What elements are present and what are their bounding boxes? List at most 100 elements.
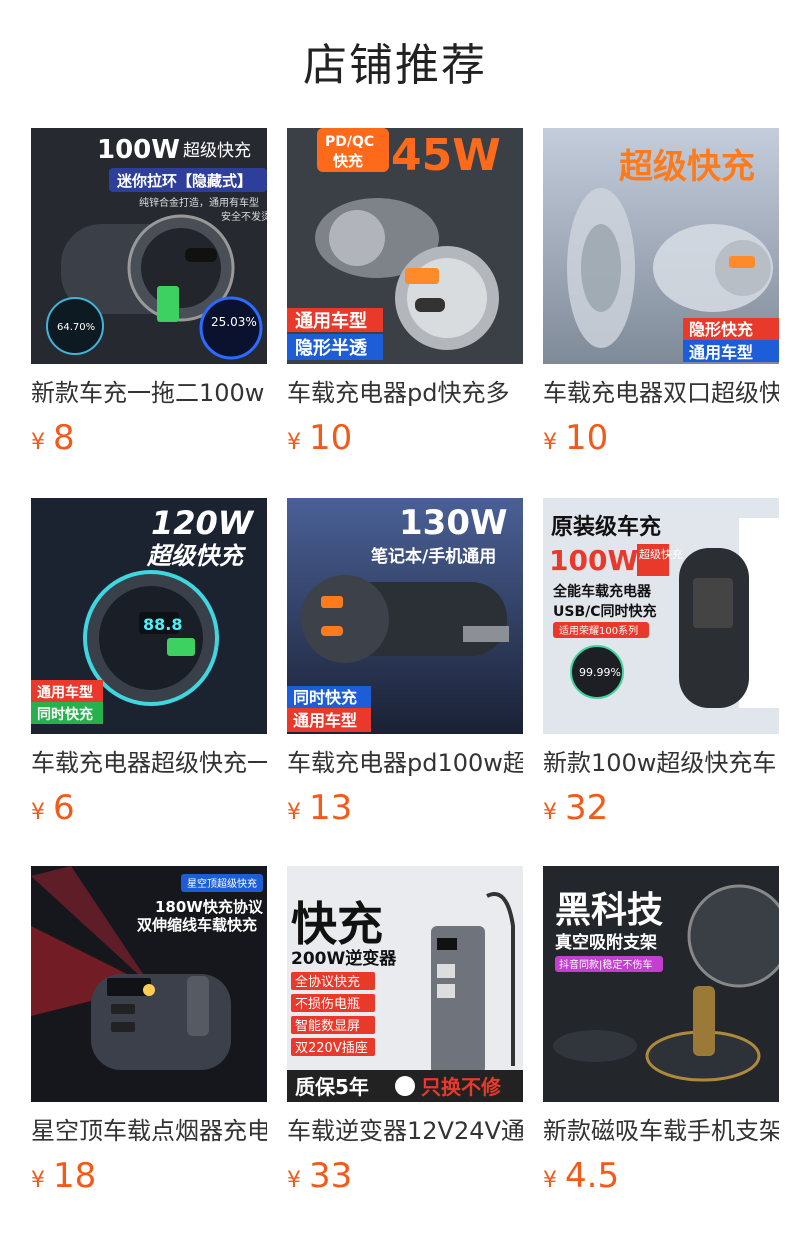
- product-card[interactable]: 快充 200W逆变器 全协议快充 不损伤电瓶 智能数显屏 双220V插座 质保5…: [287, 866, 523, 1196]
- image-tag: 星空顶超级快充: [187, 877, 257, 890]
- image-headline: 原装级车充: [551, 514, 661, 540]
- image-footer-right: 只换不修: [421, 1075, 502, 1099]
- product-card[interactable]: 超级快充 隐形快充 通用车型 车载充电器双口超级快 ¥10: [543, 128, 779, 458]
- currency-symbol: ¥: [31, 430, 45, 455]
- price-value: 8: [53, 418, 75, 458]
- product-card[interactable]: 星空顶超级快充 180W快充协议 双伸缩线车载快充 星空顶车载点烟器充电 ¥18: [31, 866, 267, 1196]
- image-tag-2: 智能数显屏: [295, 1019, 360, 1034]
- image-tag2: 通用车型: [689, 343, 753, 362]
- price-value: 33: [309, 1156, 353, 1196]
- image-stat: 99.99%: [579, 666, 621, 679]
- product-name[interactable]: 车载充电器pd快充多: [287, 376, 523, 410]
- image-line1: 180W快充协议: [155, 898, 264, 916]
- image-tag2: 同时快充: [37, 706, 93, 723]
- product-card[interactable]: 120W 超级快充 88.8 通用车型 同时快充 车载充电器超级快充一 ¥6: [31, 498, 267, 828]
- product-price: ¥10: [287, 416, 352, 460]
- image-line2: USB/C同时快充: [553, 603, 657, 620]
- product-image[interactable]: 120W 超级快充 88.8 通用车型 同时快充: [31, 498, 267, 734]
- product-price: ¥32: [543, 786, 608, 830]
- image-tag-3: 双220V插座: [295, 1041, 368, 1056]
- currency-symbol: ¥: [31, 800, 45, 825]
- currency-symbol: ¥: [287, 800, 301, 825]
- product-card[interactable]: 黑科技 真空吸附支架 抖音同款|稳定不伤车 新款磁吸车载手机支架 ¥4.5: [543, 866, 779, 1196]
- image-tag-0: 全协议快充: [295, 974, 360, 990]
- image-stat-right: 25.03%: [211, 315, 257, 329]
- image-stat-left: 64.70%: [57, 322, 95, 333]
- image-badge-top: PD/QC: [325, 134, 374, 150]
- product-name[interactable]: 星空顶车载点烟器充电: [31, 1114, 267, 1148]
- product-card[interactable]: 100W 超级快充 迷你拉环【隐藏式】 纯锌合金打造，通用有车型 安全不发烫 6…: [31, 128, 267, 458]
- image-tag2: 通用车型: [293, 711, 357, 730]
- image-line1: 全能车载充电器: [552, 583, 652, 600]
- image-headline: 130W: [399, 503, 507, 543]
- image-badge-bottom: 快充: [333, 152, 363, 170]
- product-price: ¥18: [31, 1154, 96, 1198]
- image-tag: 抖音同款|稳定不伤车: [559, 958, 652, 971]
- image-footer-left: 质保5年: [295, 1075, 369, 1099]
- image-big-sub: 超级快充: [639, 547, 683, 561]
- image-tag1: 通用车型: [295, 310, 367, 332]
- currency-symbol: ¥: [543, 430, 557, 455]
- product-name[interactable]: 新款100w超级快充车: [543, 746, 779, 780]
- image-tag1: 通用车型: [37, 684, 93, 701]
- image-sub: 真空吸附支架: [555, 932, 657, 953]
- price-value: 13: [309, 788, 353, 828]
- product-image[interactable]: 130W 笔记本/手机通用 同时快充 通用车型: [287, 498, 523, 734]
- product-image[interactable]: 原装级车充 100W 超级快充 全能车载充电器 USB/C同时快充 适用荣耀10…: [543, 498, 779, 734]
- product-card[interactable]: PD/QC 快充 45W 通用车型 隐形半透 车载充电器pd快充多 ¥10: [287, 128, 523, 458]
- image-tag2: 隐形半透: [295, 337, 368, 359]
- product-price: ¥10: [543, 416, 608, 460]
- product-price: ¥8: [31, 416, 75, 460]
- product-image[interactable]: 星空顶超级快充 180W快充协议 双伸缩线车载快充: [31, 866, 267, 1102]
- currency-symbol: ¥: [543, 1168, 557, 1193]
- product-price: ¥33: [287, 1154, 352, 1198]
- product-name[interactable]: 车载逆变器12V24V通: [287, 1114, 523, 1148]
- price-value: 4.5: [565, 1156, 620, 1196]
- product-image[interactable]: PD/QC 快充 45W 通用车型 隐形半透: [287, 128, 523, 364]
- image-headline: 120W: [151, 504, 255, 542]
- product-image[interactable]: 黑科技 真空吸附支架 抖音同款|稳定不伤车: [543, 866, 779, 1102]
- image-headline: 45W: [391, 130, 501, 181]
- image-headline: 快充: [291, 897, 383, 951]
- currency-symbol: ¥: [543, 800, 557, 825]
- image-headline: 黑科技: [555, 890, 663, 931]
- image-tag1: 隐形快充: [689, 320, 753, 339]
- currency-symbol: ¥: [31, 1168, 45, 1193]
- image-tag-1: 不损伤电瓶: [295, 997, 360, 1012]
- image-headline: 100W: [97, 135, 180, 165]
- image-line2: 安全不发烫: [221, 210, 267, 223]
- image-headline-sub: 超级快充: [183, 141, 251, 161]
- product-name[interactable]: 新款车充一拖二100w: [31, 376, 267, 410]
- image-big: 100W: [549, 544, 638, 577]
- product-image[interactable]: 超级快充 隐形快充 通用车型: [543, 128, 779, 364]
- image-headline-sub: 超级快充: [146, 542, 247, 570]
- product-image[interactable]: 100W 超级快充 迷你拉环【隐藏式】 纯锌合金打造，通用有车型 安全不发烫 6…: [31, 128, 267, 364]
- product-card[interactable]: 130W 笔记本/手机通用 同时快充 通用车型 车载充电器pd100w超 ¥13: [287, 498, 523, 828]
- price-value: 32: [565, 788, 609, 828]
- svg-text:88.8: 88.8: [143, 615, 182, 634]
- product-name[interactable]: 车载充电器超级快充一: [31, 746, 267, 780]
- product-price: ¥6: [31, 786, 75, 830]
- product-name[interactable]: 车载充电器双口超级快: [543, 376, 779, 410]
- image-tag: 适用荣耀100系列: [559, 624, 638, 637]
- product-card[interactable]: 原装级车充 100W 超级快充 全能车载充电器 USB/C同时快充 适用荣耀10…: [543, 498, 779, 828]
- image-tag1: 同时快充: [293, 688, 357, 707]
- image-headline-sub: 笔记本/手机通用: [371, 546, 496, 567]
- image-tag: 迷你拉环【隐藏式】: [116, 172, 252, 190]
- product-image[interactable]: 快充 200W逆变器 全协议快充 不损伤电瓶 智能数显屏 双220V插座 质保5…: [287, 866, 523, 1102]
- currency-symbol: ¥: [287, 430, 301, 455]
- product-price: ¥13: [287, 786, 352, 830]
- image-headline: 超级快充: [619, 147, 755, 187]
- image-line2: 双伸缩线车载快充: [137, 916, 257, 934]
- page-title: 店铺推荐: [303, 40, 487, 91]
- product-price: ¥4.5: [543, 1154, 619, 1198]
- price-value: 6: [53, 788, 75, 828]
- image-sub: 200W逆变器: [291, 948, 397, 969]
- price-value: 10: [565, 418, 609, 458]
- product-name[interactable]: 新款磁吸车载手机支架: [543, 1114, 779, 1148]
- currency-symbol: ¥: [287, 1168, 301, 1193]
- image-line1: 纯锌合金打造，通用有车型: [139, 196, 259, 209]
- product-name[interactable]: 车载充电器pd100w超: [287, 746, 523, 780]
- price-value: 18: [53, 1156, 97, 1196]
- price-value: 10: [309, 418, 353, 458]
